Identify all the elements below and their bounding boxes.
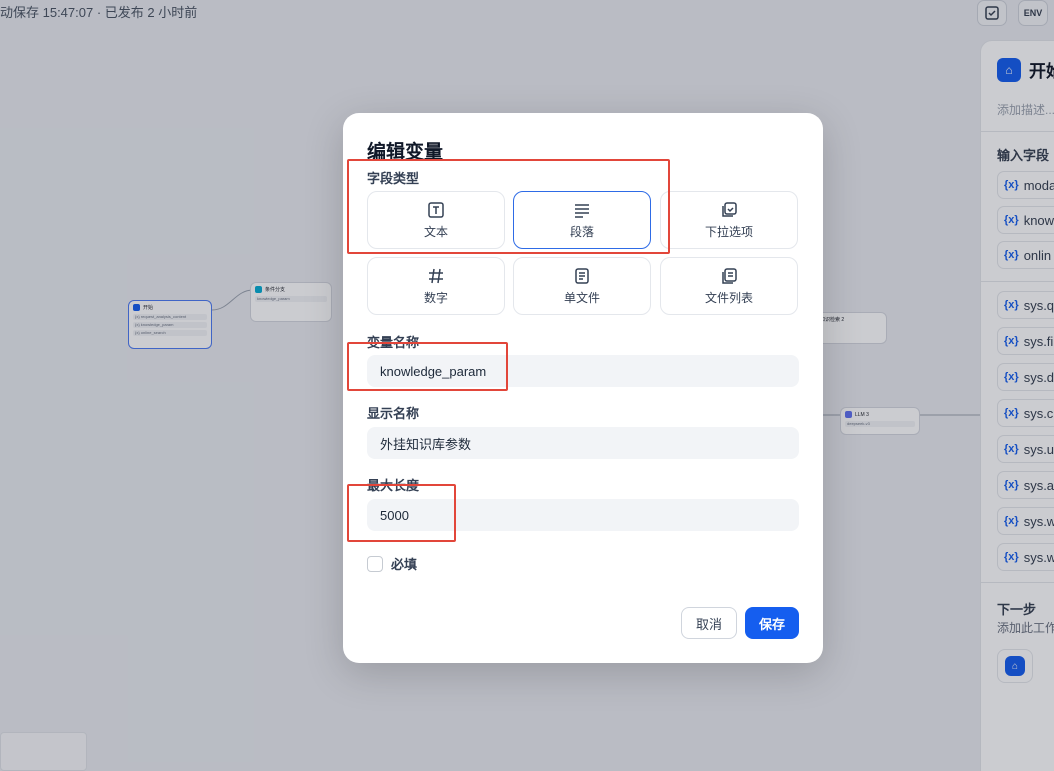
type-option-single-file[interactable]: 单文件: [513, 257, 651, 315]
variable-name-input[interactable]: [367, 355, 799, 387]
required-checkbox[interactable]: [367, 555, 383, 572]
display-name-input[interactable]: [367, 427, 799, 459]
variable-name-label: 变量名称: [367, 335, 420, 350]
type-option-text[interactable]: 文本: [367, 191, 505, 249]
edit-variable-dialog: 编辑变量 字段类型 文本 段落 下拉选项 数字 单文件 文件列表 变量名称 显示…: [343, 113, 823, 663]
display-name-label: 显示名称: [367, 406, 420, 421]
max-length-label: 最大长度: [367, 478, 420, 493]
type-option-select[interactable]: 下拉选项: [660, 191, 798, 249]
text-icon: [428, 201, 444, 218]
save-button[interactable]: 保存: [745, 607, 799, 639]
required-label: 必填: [391, 557, 418, 572]
field-type-label: 字段类型: [367, 171, 420, 186]
cancel-button[interactable]: 取消: [681, 607, 737, 639]
required-checkbox-row[interactable]: 必填: [367, 554, 417, 573]
file-list-icon: [722, 267, 737, 284]
dialog-title: 编辑变量: [367, 142, 444, 163]
max-length-input[interactable]: [367, 499, 799, 531]
type-option-paragraph[interactable]: 段落: [513, 191, 651, 249]
type-option-file-list[interactable]: 文件列表: [660, 257, 798, 315]
file-icon: [575, 267, 589, 284]
hash-icon: [429, 268, 443, 283]
type-option-number[interactable]: 数字: [367, 257, 505, 315]
select-icon: [722, 201, 737, 217]
paragraph-icon: [575, 203, 589, 218]
